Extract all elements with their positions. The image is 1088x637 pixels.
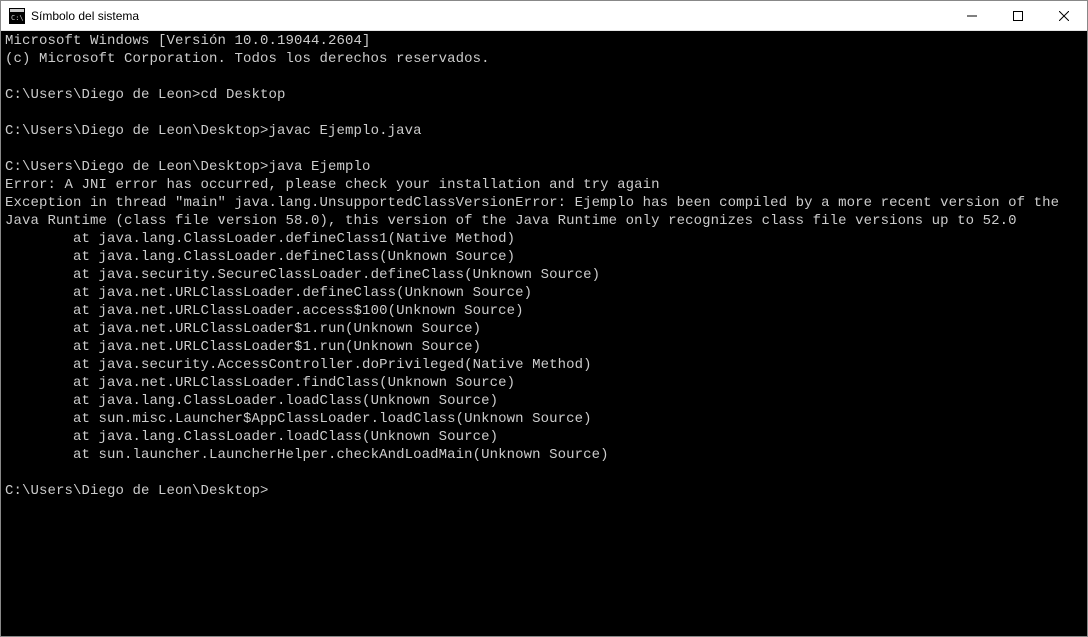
terminal-output[interactable]: Microsoft Windows [Versión 10.0.19044.26…: [1, 31, 1087, 636]
prompt-command: java Ejemplo: [269, 159, 371, 175]
prompt-path: C:\Users\Diego de Leon\Desktop>: [5, 483, 269, 499]
prompt-path: C:\Users\Diego de Leon\Desktop>: [5, 159, 269, 175]
stack-line: at java.security.AccessController.doPriv…: [5, 357, 592, 373]
stack-line: at java.net.URLClassLoader$1.run(Unknown…: [5, 339, 481, 355]
banner-line: Microsoft Windows [Versión 10.0.19044.26…: [5, 33, 371, 49]
window-title: Símbolo del sistema: [31, 9, 949, 23]
stack-line: at java.lang.ClassLoader.loadClass(Unkno…: [5, 429, 498, 445]
error-line: Error: A JNI error has occurred, please …: [5, 177, 660, 193]
prompt-path: C:\Users\Diego de Leon\Desktop>: [5, 123, 269, 139]
stack-line: at java.security.SecureClassLoader.defin…: [5, 267, 600, 283]
stack-line: at sun.misc.Launcher$AppClassLoader.load…: [5, 411, 592, 427]
svg-text:C:\: C:\: [11, 14, 24, 22]
stack-line: at java.lang.ClassLoader.loadClass(Unkno…: [5, 393, 498, 409]
banner-line: (c) Microsoft Corporation. Todos los der…: [5, 51, 490, 67]
command-prompt-window: C:\ Símbolo del sistema Microsoft Window…: [0, 0, 1088, 637]
error-line: Exception in thread "main" java.lang.Uns…: [5, 195, 1068, 229]
stack-line: at java.net.URLClassLoader.findClass(Unk…: [5, 375, 515, 391]
close-button[interactable]: [1041, 1, 1087, 30]
maximize-button[interactable]: [995, 1, 1041, 30]
stack-line: at sun.launcher.LauncherHelper.checkAndL…: [5, 447, 609, 463]
stack-line: at java.net.URLClassLoader$1.run(Unknown…: [5, 321, 481, 337]
prompt-command: cd Desktop: [201, 87, 286, 103]
prompt-command: javac Ejemplo.java: [269, 123, 422, 139]
prompt-path: C:\Users\Diego de Leon>: [5, 87, 201, 103]
stack-line: at java.net.URLClassLoader.defineClass(U…: [5, 285, 532, 301]
stack-line: at java.lang.ClassLoader.defineClass(Unk…: [5, 249, 515, 265]
window-controls: [949, 1, 1087, 30]
stack-line: at java.net.URLClassLoader.access$100(Un…: [5, 303, 524, 319]
titlebar[interactable]: C:\ Símbolo del sistema: [1, 1, 1087, 31]
minimize-button[interactable]: [949, 1, 995, 30]
stack-line: at java.lang.ClassLoader.defineClass1(Na…: [5, 231, 515, 247]
cmd-icon: C:\: [9, 8, 25, 24]
